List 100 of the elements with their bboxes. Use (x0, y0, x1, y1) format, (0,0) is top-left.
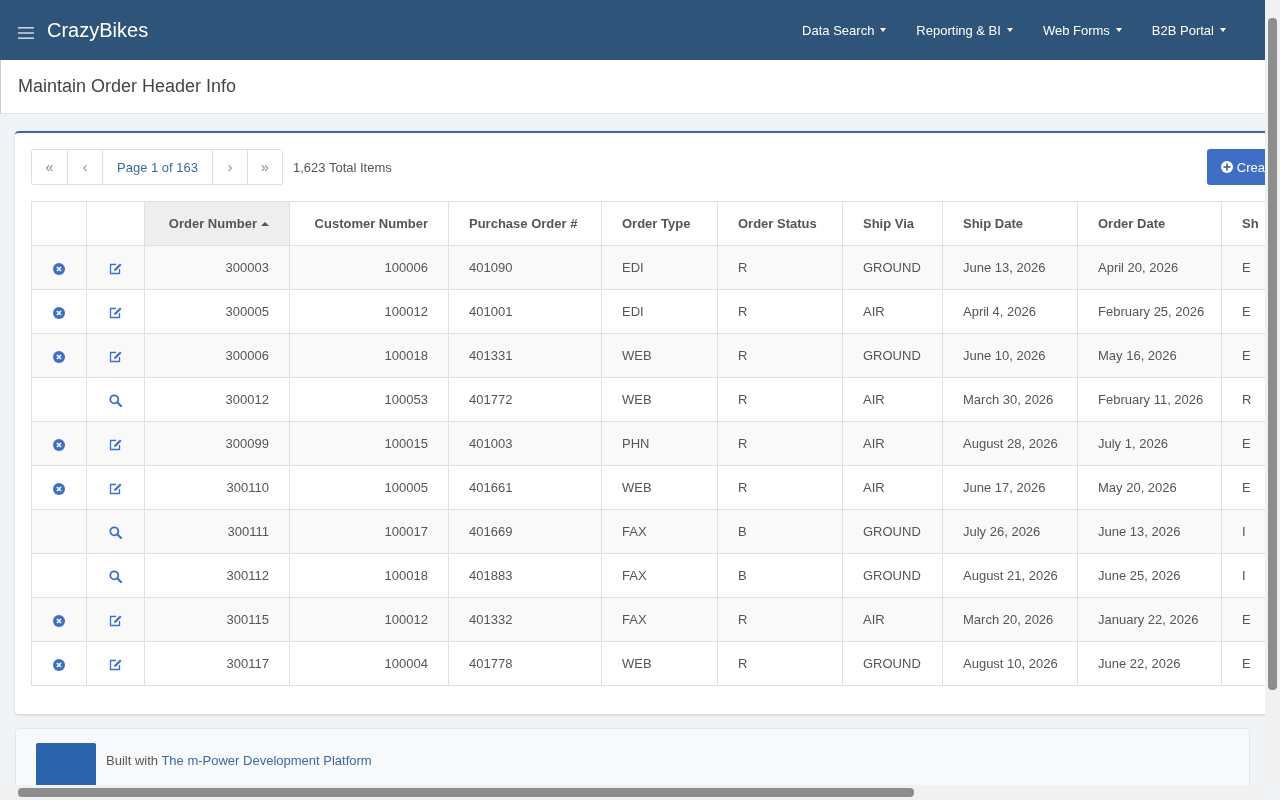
search-icon[interactable] (109, 394, 122, 408)
table-cell: GROUND (842, 333, 943, 378)
nav-menu[interactable]: Reporting & BI (901, 22, 1028, 38)
table-cell: 300006 (144, 333, 290, 378)
table-cell: AIR (842, 421, 943, 466)
column-header[interactable]: Ship Date (942, 201, 1078, 246)
menu-icon[interactable] (18, 27, 34, 39)
nav-menu[interactable]: B2B Portal (1136, 22, 1241, 38)
table-cell: July 1, 2026 (1077, 421, 1222, 466)
table-cell: 300005 (144, 289, 290, 334)
nav-menu[interactable]: Data Search (787, 22, 902, 38)
brand-name[interactable]: CrazyBikes (47, 18, 149, 42)
create-button[interactable]: Crea (1206, 149, 1265, 185)
horizontal-scrollbar[interactable] (0, 785, 1265, 800)
sort-up-icon (261, 222, 269, 226)
search-icon[interactable] (109, 570, 122, 584)
table-cell: 401661 (448, 465, 602, 510)
edit-icon[interactable] (108, 262, 123, 276)
column-header[interactable]: Purchase Order # (448, 201, 602, 246)
table-cell: 100012 (289, 597, 449, 642)
table-cell: 100004 (289, 641, 449, 686)
table-cell: July 26, 2026 (942, 509, 1078, 554)
table-cell: R (717, 289, 843, 334)
table-cell: June 10, 2026 (942, 333, 1078, 378)
edit-icon[interactable] (108, 614, 123, 628)
table-cell: June 17, 2026 (942, 465, 1078, 510)
platform-link[interactable]: The m-Power Development Platform (161, 753, 372, 768)
edit-icon[interactable] (108, 658, 123, 672)
table-cell: AIR (842, 289, 943, 334)
table-cell: February 25, 2026 (1077, 289, 1222, 334)
delete-icon[interactable] (53, 262, 65, 275)
delete-icon[interactable] (53, 438, 65, 451)
edit-icon[interactable] (108, 350, 123, 364)
table-cell: R (717, 245, 843, 290)
table-cell: R (717, 421, 843, 466)
table-cell: EDI (601, 245, 718, 290)
delete-icon[interactable] (53, 482, 65, 495)
table-cell: 300003 (144, 245, 290, 290)
table-cell: 401090 (448, 245, 602, 290)
table-cell: WEB (601, 377, 718, 422)
footer-text: Built with The m-Power Development Platform (106, 753, 372, 768)
delete-icon[interactable] (53, 658, 65, 671)
table-cell: 401331 (448, 333, 602, 378)
table-cell: AIR (842, 465, 943, 510)
table-cell: R (717, 377, 843, 422)
caret-icon (1115, 28, 1122, 32)
search-icon[interactable] (109, 526, 122, 540)
column-header[interactable]: Order Type (601, 201, 718, 246)
table-cell: 401772 (448, 377, 602, 422)
table-cell: WEB (601, 333, 718, 378)
table-cell: B (717, 553, 843, 598)
table-cell: GROUND (842, 509, 943, 554)
table-cell: 100053 (289, 377, 449, 422)
table-cell: WEB (601, 641, 718, 686)
table-cell: 100018 (289, 553, 449, 598)
table-cell: FAX (601, 553, 718, 598)
plus-circle-icon (1220, 161, 1233, 173)
delete-icon[interactable] (53, 350, 65, 363)
table-cell: E (1221, 333, 1265, 378)
table-cell: 100018 (289, 333, 449, 378)
table-cell: GROUND (842, 553, 943, 598)
table-cell: 401669 (448, 509, 602, 554)
edit-icon[interactable] (108, 306, 123, 320)
column-header[interactable]: Order Status (717, 201, 843, 246)
table-cell: 300117 (144, 641, 290, 686)
edit-icon[interactable] (108, 482, 123, 496)
vertical-scrollbar[interactable] (1265, 0, 1280, 785)
table-cell: 401003 (448, 421, 602, 466)
column-header[interactable]: Ship Via (842, 201, 943, 246)
table-cell: E (1221, 245, 1265, 290)
delete-icon[interactable] (53, 306, 65, 319)
table-cell: 100017 (289, 509, 449, 554)
table-cell: E (1221, 421, 1265, 466)
table-cell: 300110 (144, 465, 290, 510)
table-cell: June 13, 2026 (1077, 509, 1222, 554)
table-cell: 100006 (289, 245, 449, 290)
table-cell: August 10, 2026 (942, 641, 1078, 686)
delete-icon[interactable] (53, 614, 65, 627)
page-title: Maintain Order Header Info (18, 76, 237, 97)
column-header[interactable]: Customer Number (289, 201, 449, 246)
table-cell: AIR (842, 377, 943, 422)
last-page-button[interactable]: » (247, 150, 282, 184)
table-cell: March 30, 2026 (942, 377, 1078, 422)
table-cell: 300115 (144, 597, 290, 642)
table-cell: 100015 (289, 421, 449, 466)
column-header[interactable]: Order Date (1077, 201, 1222, 246)
edit-icon[interactable] (108, 438, 123, 452)
table-cell: PHN (601, 421, 718, 466)
table-cell: 300099 (144, 421, 290, 466)
table-cell: EDI (601, 289, 718, 334)
column-header[interactable]: Order Number (144, 201, 290, 246)
table-cell: E (1221, 597, 1265, 642)
nav-menu[interactable]: Web Forms (1027, 22, 1137, 38)
table-cell: GROUND (842, 245, 943, 290)
table-cell: FAX (601, 509, 718, 554)
table-cell: B (717, 509, 843, 554)
table-cell: 401778 (448, 641, 602, 686)
table-cell: 100005 (289, 465, 449, 510)
table-cell: April 20, 2026 (1077, 245, 1222, 290)
table-cell: June 13, 2026 (942, 245, 1078, 290)
